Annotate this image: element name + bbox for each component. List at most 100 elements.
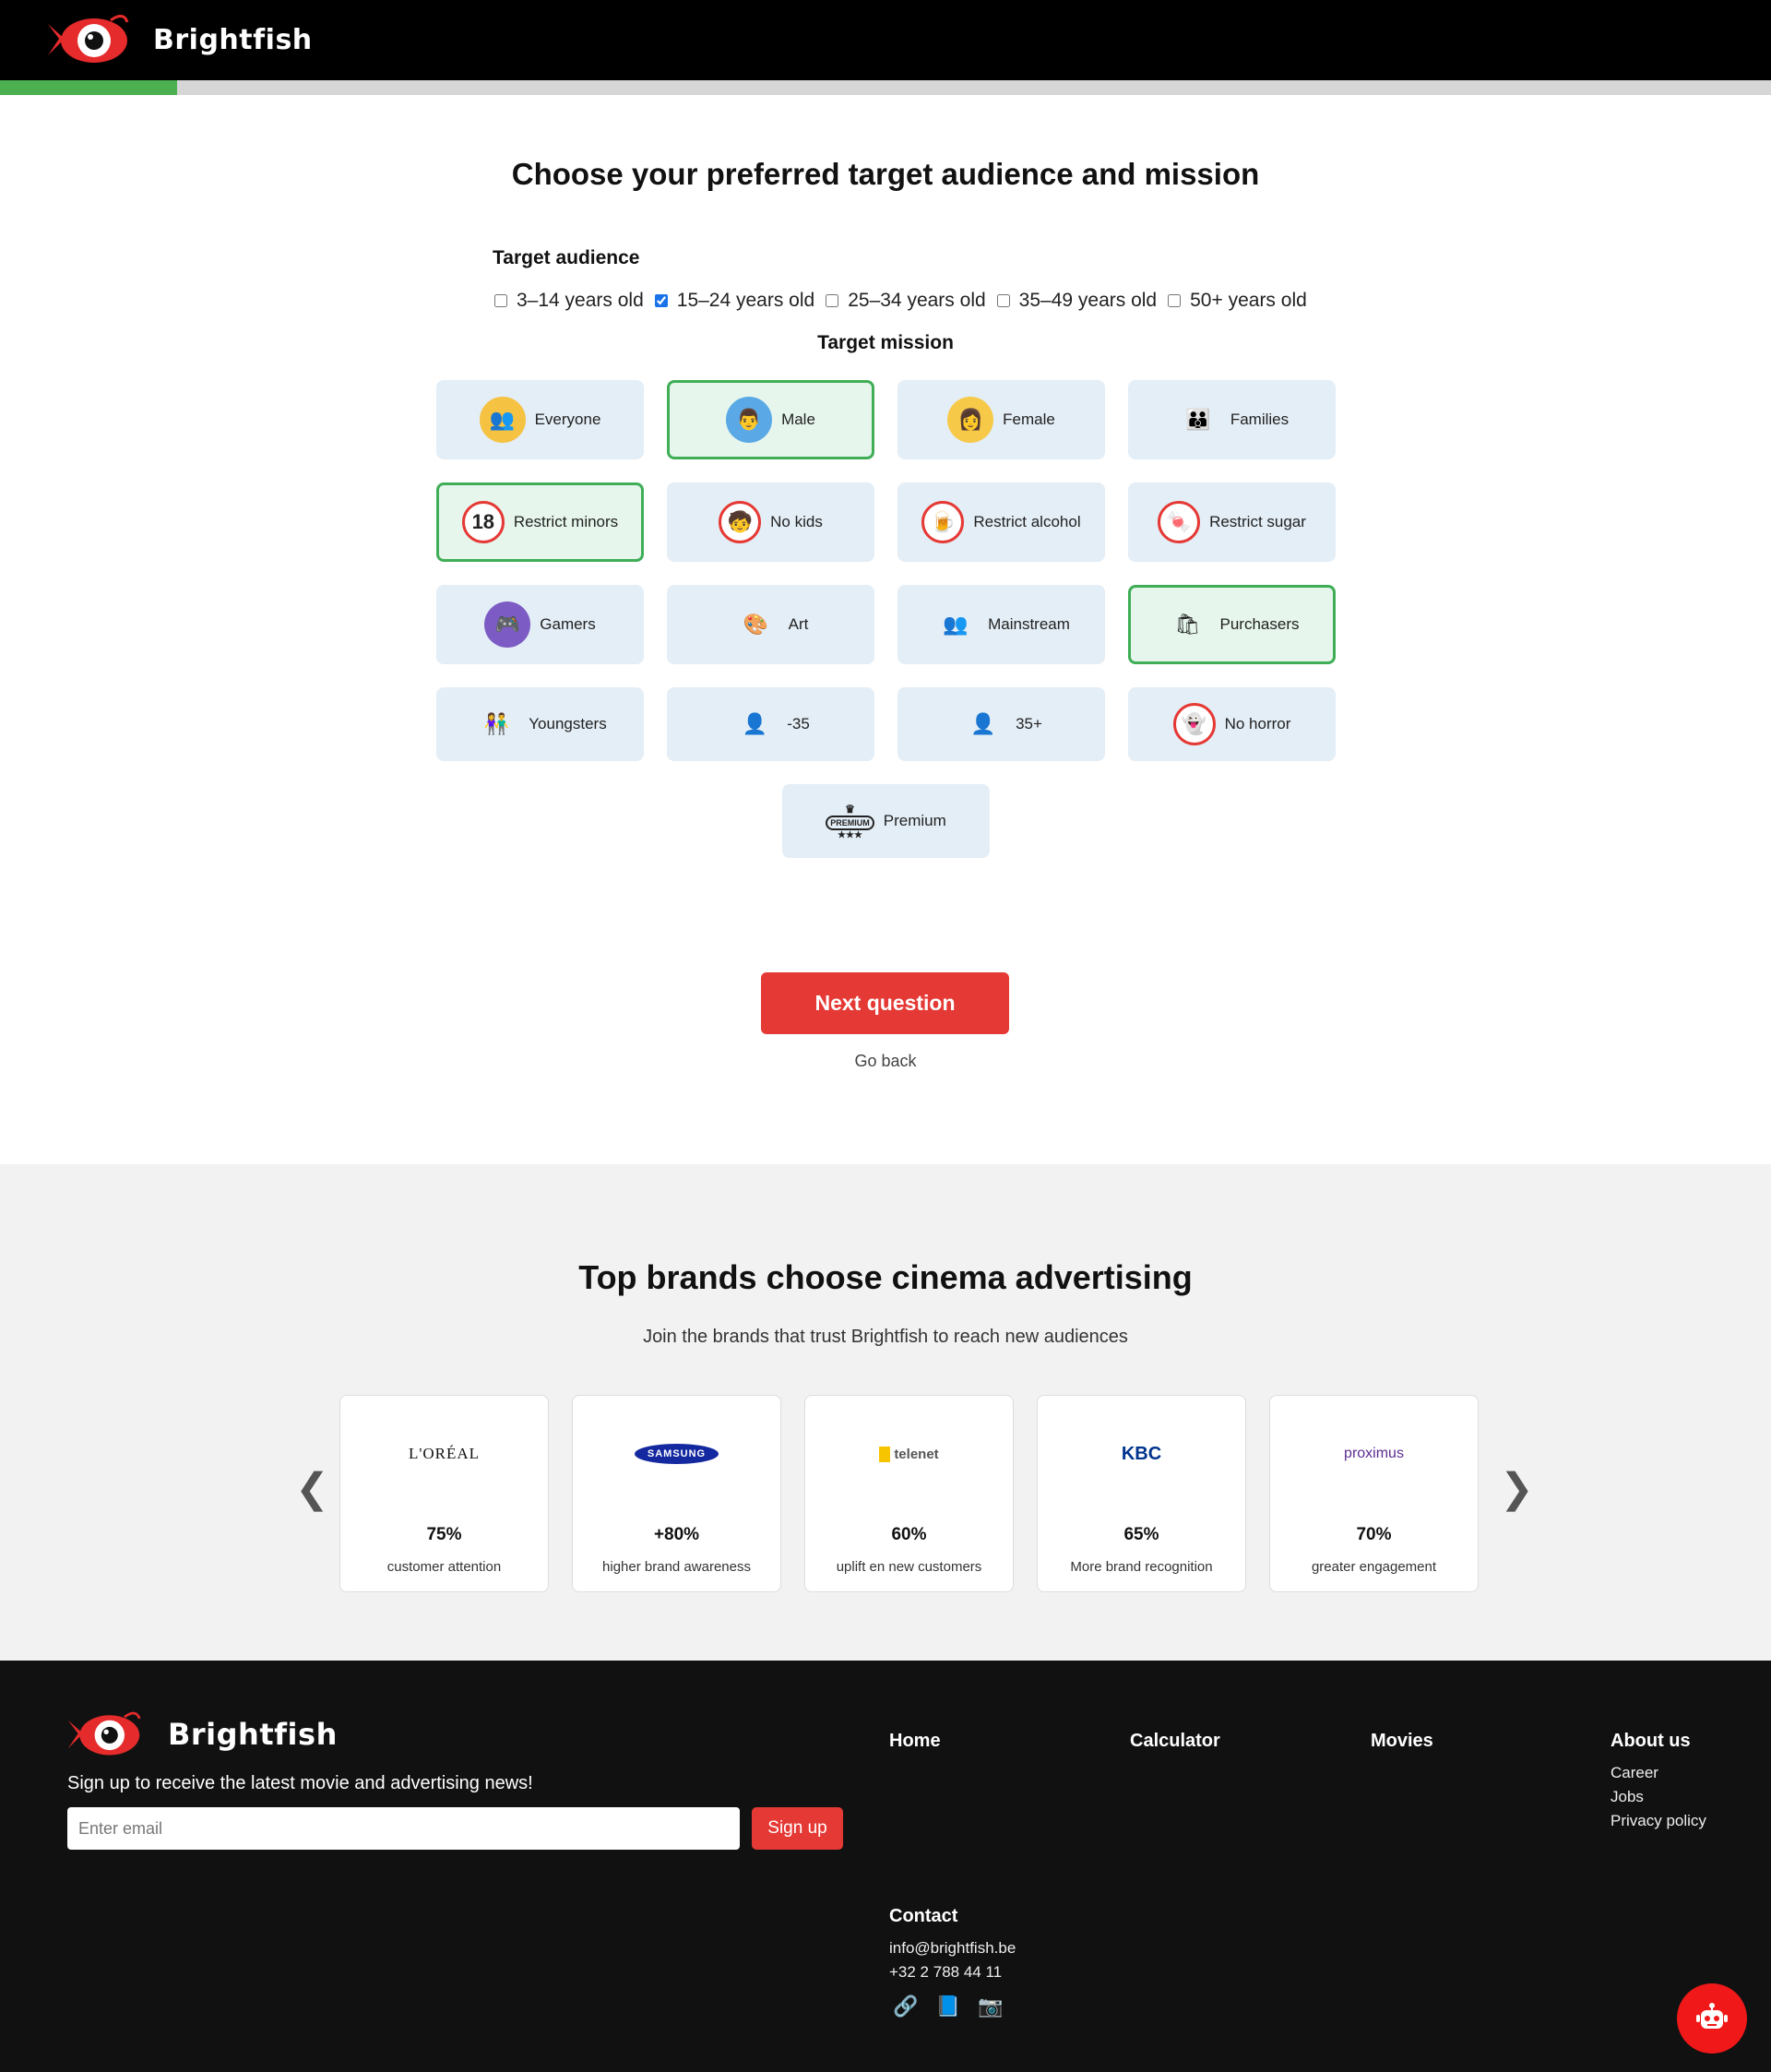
mission-tile-label: Purchasers <box>1219 615 1300 633</box>
camera-icon[interactable]: 📷 <box>978 1995 1003 2018</box>
no-alcohol-icon: 🍺 <box>921 501 965 543</box>
age-option[interactable]: 50+ years old <box>1168 290 1307 312</box>
brand-logo-image: proximus <box>1270 1440 1478 1468</box>
mission-tile-label: Art <box>788 615 809 633</box>
next-question-button[interactable]: Next question <box>761 972 1009 1034</box>
brand-card: telenet 60% uplift en new customers <box>804 1395 1014 1592</box>
brand-logo-image: SAMSUNG <box>573 1440 780 1468</box>
footer-nav-calculator[interactable]: Calculator <box>1130 1731 1220 1752</box>
mission-tile-35[interactable]: 👤 -35 <box>667 687 874 761</box>
contact-title: Contact <box>889 1906 958 1926</box>
footer-link-jobs[interactable]: Jobs <box>1611 1788 1644 1806</box>
family-icon: 👪 <box>1174 397 1221 443</box>
brand-stat: 60% <box>891 1525 927 1544</box>
footer-nav-movies[interactable]: Movies <box>1371 1731 1433 1752</box>
age-option[interactable]: 3–14 years old <box>494 290 644 312</box>
footer: Brightfish Sign up to receive the latest… <box>0 1661 1771 2072</box>
mission-tile-35[interactable]: 👤 35+ <box>897 687 1105 761</box>
brand-stat: 65% <box>1123 1525 1159 1544</box>
mission-tile-label: Restrict minors <box>513 513 619 530</box>
mission-tile-purchasers[interactable]: 🛍 Purchasers <box>1128 585 1336 664</box>
newsletter-signup-button[interactable]: Sign up <box>752 1807 843 1850</box>
age-option[interactable]: 15–24 years old <box>654 290 814 312</box>
mission-tile-label: Female <box>1003 411 1055 428</box>
footer-nav-about[interactable]: About us <box>1611 1731 1691 1752</box>
progress-bar <box>0 80 1771 95</box>
brand-card: KBC 65% More brand recognition <box>1037 1395 1246 1592</box>
brand-stat: 70% <box>1356 1525 1392 1544</box>
mission-tile-label: Everyone <box>534 411 601 428</box>
brand-logo-text: L'ORÉAL <box>408 1445 481 1462</box>
premium-badge-icon: ♛ PREMIUM ★★★ <box>826 803 874 840</box>
age-checkbox-group: 3–14 years old 15–24 years old 25–34 years… <box>494 290 1318 312</box>
brand-logo-text: KBC <box>1121 1443 1162 1464</box>
brand-stat-description: More brand recognition <box>1070 1559 1213 1575</box>
mission-tile-mainstream[interactable]: 👥 Mainstream <box>897 585 1105 664</box>
brand-stat: +80% <box>653 1525 700 1544</box>
mission-tile-restrict-sugar[interactable]: 🍬 Restrict sugar <box>1128 482 1336 562</box>
mission-tile-label: No kids <box>770 513 823 530</box>
female-avatar-icon: 👩 <box>947 397 994 443</box>
footer-link-career[interactable]: Career <box>1611 1764 1658 1782</box>
newsletter-email-input[interactable] <box>67 1807 740 1850</box>
no-kids-icon: 🧒 <box>719 501 762 543</box>
no-sugar-icon: 🍬 <box>1158 501 1201 543</box>
mission-tile-male[interactable]: 👨 Male <box>667 380 874 459</box>
brands-title: Top brands choose cinema advertising <box>578 1258 1193 1296</box>
target-mission-label: Target mission <box>817 332 954 353</box>
brand-logo-text: SAMSUNG <box>634 1444 719 1464</box>
mission-tile-label: Male <box>781 411 815 428</box>
mission-tile-everyone[interactable]: 👥 Everyone <box>436 380 644 459</box>
brands-subtitle: Join the brands that trust Brightfish to… <box>643 1327 1128 1347</box>
brand-logo-image: L'ORÉAL <box>340 1440 548 1468</box>
art-palette-icon: 🎨 <box>732 601 779 648</box>
age-option[interactable]: 35–49 years old <box>996 290 1157 312</box>
mission-tile-label: -35 <box>787 715 810 732</box>
fish-eye-logo-icon <box>48 15 129 63</box>
brand-card: L'ORÉAL 75% customer attention <box>339 1395 549 1592</box>
link-icon[interactable]: 🔗 <box>893 1995 918 2018</box>
age-checkbox[interactable] <box>494 294 507 307</box>
mission-tile-label: Gamers <box>540 615 596 633</box>
gamer-icon: 🎮 <box>484 601 531 648</box>
age-checkbox[interactable] <box>996 294 1010 307</box>
chatbot-button[interactable] <box>1677 1983 1747 2054</box>
book-icon[interactable]: 📘 <box>935 1995 960 2018</box>
mission-tile-families[interactable]: 👪 Families <box>1128 380 1336 459</box>
mission-tile-youngsters[interactable]: 👫 Youngsters <box>436 687 644 761</box>
fish-eye-logo-icon <box>67 1711 141 1756</box>
crowd-icon: 👥 <box>479 397 526 443</box>
carousel-prev-icon[interactable]: ❮ <box>295 1469 329 1509</box>
carousel-next-icon[interactable]: ❯ <box>1500 1469 1534 1509</box>
mission-tile-gamers[interactable]: 🎮 Gamers <box>436 585 644 664</box>
brand-carousel: L'ORÉAL 75% customer attention SAMSUNG +80% h… <box>339 1395 1479 1592</box>
contact-email[interactable]: info@brightfish.be <box>889 1939 1016 1958</box>
age-checkbox[interactable] <box>654 294 668 307</box>
contact-phone: +32 2 788 44 11 <box>889 1963 1003 1981</box>
footer-nav-home[interactable]: Home <box>889 1731 941 1752</box>
mission-tile-no-kids[interactable]: 🧒 No kids <box>667 482 874 562</box>
progress-bar-fill <box>0 80 177 95</box>
mission-tile-restrict-minors[interactable]: 18 Restrict minors <box>436 482 644 562</box>
age-checkbox[interactable] <box>1168 294 1182 307</box>
brand-name: Brightfish <box>153 23 313 56</box>
mission-tile-restrict-alcohol[interactable]: 🍺 Restrict alcohol <box>897 482 1105 562</box>
over-35-icon: 👤 <box>960 701 1007 747</box>
age-checkbox[interactable] <box>826 294 839 307</box>
footer-brand-logo[interactable]: Brightfish <box>66 1709 338 1760</box>
mission-tile-premium[interactable]: ♛ PREMIUM ★★★ Premium <box>782 784 990 858</box>
brand-logo-image: KBC <box>1038 1440 1245 1468</box>
mission-tile-no-horror[interactable]: 👻 No horror <box>1128 687 1336 761</box>
go-back-link[interactable]: Go back <box>0 1052 1771 1071</box>
brand-stat-description: higher brand awareness <box>602 1559 751 1575</box>
brand-logo[interactable]: Brightfish <box>46 11 313 68</box>
footer-link-privacy[interactable]: Privacy policy <box>1611 1812 1706 1830</box>
mission-tile-art[interactable]: 🎨 Art <box>667 585 874 664</box>
brand-logo-image: telenet <box>805 1440 1013 1468</box>
brands-section: Top brands choose cinema advertising Joi… <box>0 1164 1771 1661</box>
age-option[interactable]: 25–34 years old <box>826 290 986 312</box>
mission-tile-female[interactable]: 👩 Female <box>897 380 1105 459</box>
newsletter-text: Sign up to receive the latest movie and … <box>67 1773 533 1793</box>
brand-stat: 75% <box>426 1525 462 1544</box>
age-option-label: 50+ years old <box>1190 290 1307 311</box>
